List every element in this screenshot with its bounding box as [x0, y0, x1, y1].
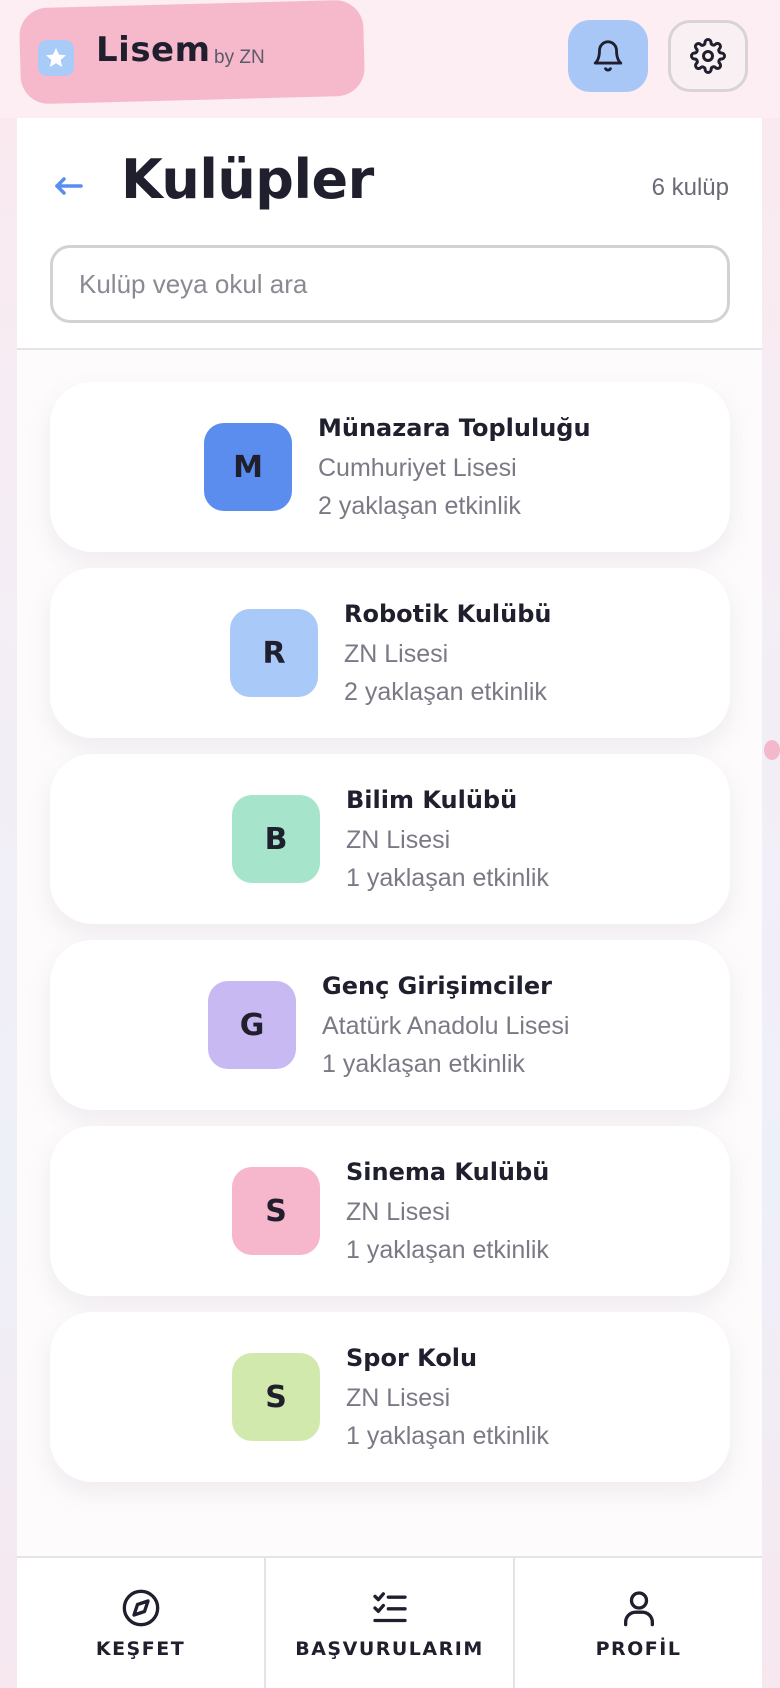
club-card[interactable]: B Bilim Kulübü ZN Lisesi 1 yaklaşan etki…: [50, 754, 730, 924]
club-count: 6 kulüp: [651, 174, 729, 201]
search-input[interactable]: [50, 245, 730, 323]
club-avatar: S: [232, 1167, 320, 1255]
page-header: Kulüpler 6 kulüp: [17, 118, 762, 350]
compass-icon: [122, 1589, 159, 1627]
nav-explore-label: KEŞFET: [95, 1638, 186, 1660]
club-school: Cumhuriyet Lisesi: [318, 454, 517, 482]
club-events: 1 yaklaşan etkinlik: [346, 864, 549, 892]
notifications-button[interactable]: [568, 20, 648, 92]
club-avatar: S: [232, 1353, 320, 1441]
app-byline: by ZN: [214, 47, 265, 68]
club-avatar: B: [232, 795, 320, 883]
top-bar: Lisem by ZN: [0, 0, 780, 118]
bottom-nav: KEŞFET BAŞVURULARIM PROFİL: [17, 1556, 762, 1688]
nav-explore[interactable]: KEŞFET: [17, 1558, 266, 1688]
club-name: Münazara Topluluğu: [318, 414, 591, 442]
club-name: Bilim Kulübü: [346, 786, 518, 814]
club-events: 2 yaklaşan etkinlik: [344, 678, 547, 706]
club-avatar: R: [230, 609, 318, 697]
settings-button[interactable]: [668, 20, 748, 92]
club-school: ZN Lisesi: [346, 1384, 451, 1412]
back-button[interactable]: [51, 166, 91, 206]
page-title: Kulüpler: [121, 148, 374, 211]
arrow-left-icon: [55, 177, 83, 195]
club-card[interactable]: S Spor Kolu ZN Lisesi 1 yaklaşan etkinli…: [50, 1312, 730, 1482]
nav-profile-label: PROFİL: [595, 1638, 682, 1660]
club-events: 1 yaklaşan etkinlik: [346, 1236, 549, 1264]
club-name: Robotik Kulübü: [344, 600, 552, 628]
club-avatar: G: [208, 981, 296, 1069]
club-card[interactable]: G Genç Girişimciler Atatürk Anadolu Lise…: [50, 940, 730, 1110]
club-card[interactable]: S Sinema Kulübü ZN Lisesi 1 yaklaşan etk…: [50, 1126, 730, 1296]
user-icon: [623, 1591, 654, 1627]
clubs-panel: Kulüpler 6 kulüp M Münazara Topluluğu Cu…: [17, 118, 762, 1688]
star-icon: [38, 40, 74, 76]
club-school: ZN Lisesi: [344, 640, 449, 668]
club-school: Atatürk Anadolu Lisesi: [322, 1012, 570, 1040]
checklist-icon: [372, 1592, 407, 1623]
club-events: 1 yaklaşan etkinlik: [346, 1422, 549, 1450]
club-card[interactable]: M Münazara Topluluğu Cumhuriyet Lisesi 2…: [50, 382, 730, 552]
club-name: Spor Kolu: [346, 1344, 478, 1372]
club-name: Genç Girişimciler: [322, 972, 552, 1000]
decorative-dot: [764, 740, 780, 760]
club-name: Sinema Kulübü: [346, 1158, 550, 1186]
nav-applications-label: BAŞVURULARIM: [295, 1638, 484, 1660]
club-school: ZN Lisesi: [346, 826, 451, 854]
club-school: ZN Lisesi: [346, 1198, 451, 1226]
nav-applications[interactable]: BAŞVURULARIM: [266, 1558, 515, 1688]
club-events: 1 yaklaşan etkinlik: [322, 1050, 525, 1078]
bell-icon: [593, 40, 623, 72]
club-card[interactable]: R Robotik Kulübü ZN Lisesi 2 yaklaşan et…: [50, 568, 730, 738]
gear-icon: [690, 38, 726, 74]
app-name: Lisem: [96, 30, 211, 70]
club-avatar: M: [204, 423, 292, 511]
club-events: 2 yaklaşan etkinlik: [318, 492, 521, 520]
nav-profile[interactable]: PROFİL: [515, 1558, 762, 1688]
